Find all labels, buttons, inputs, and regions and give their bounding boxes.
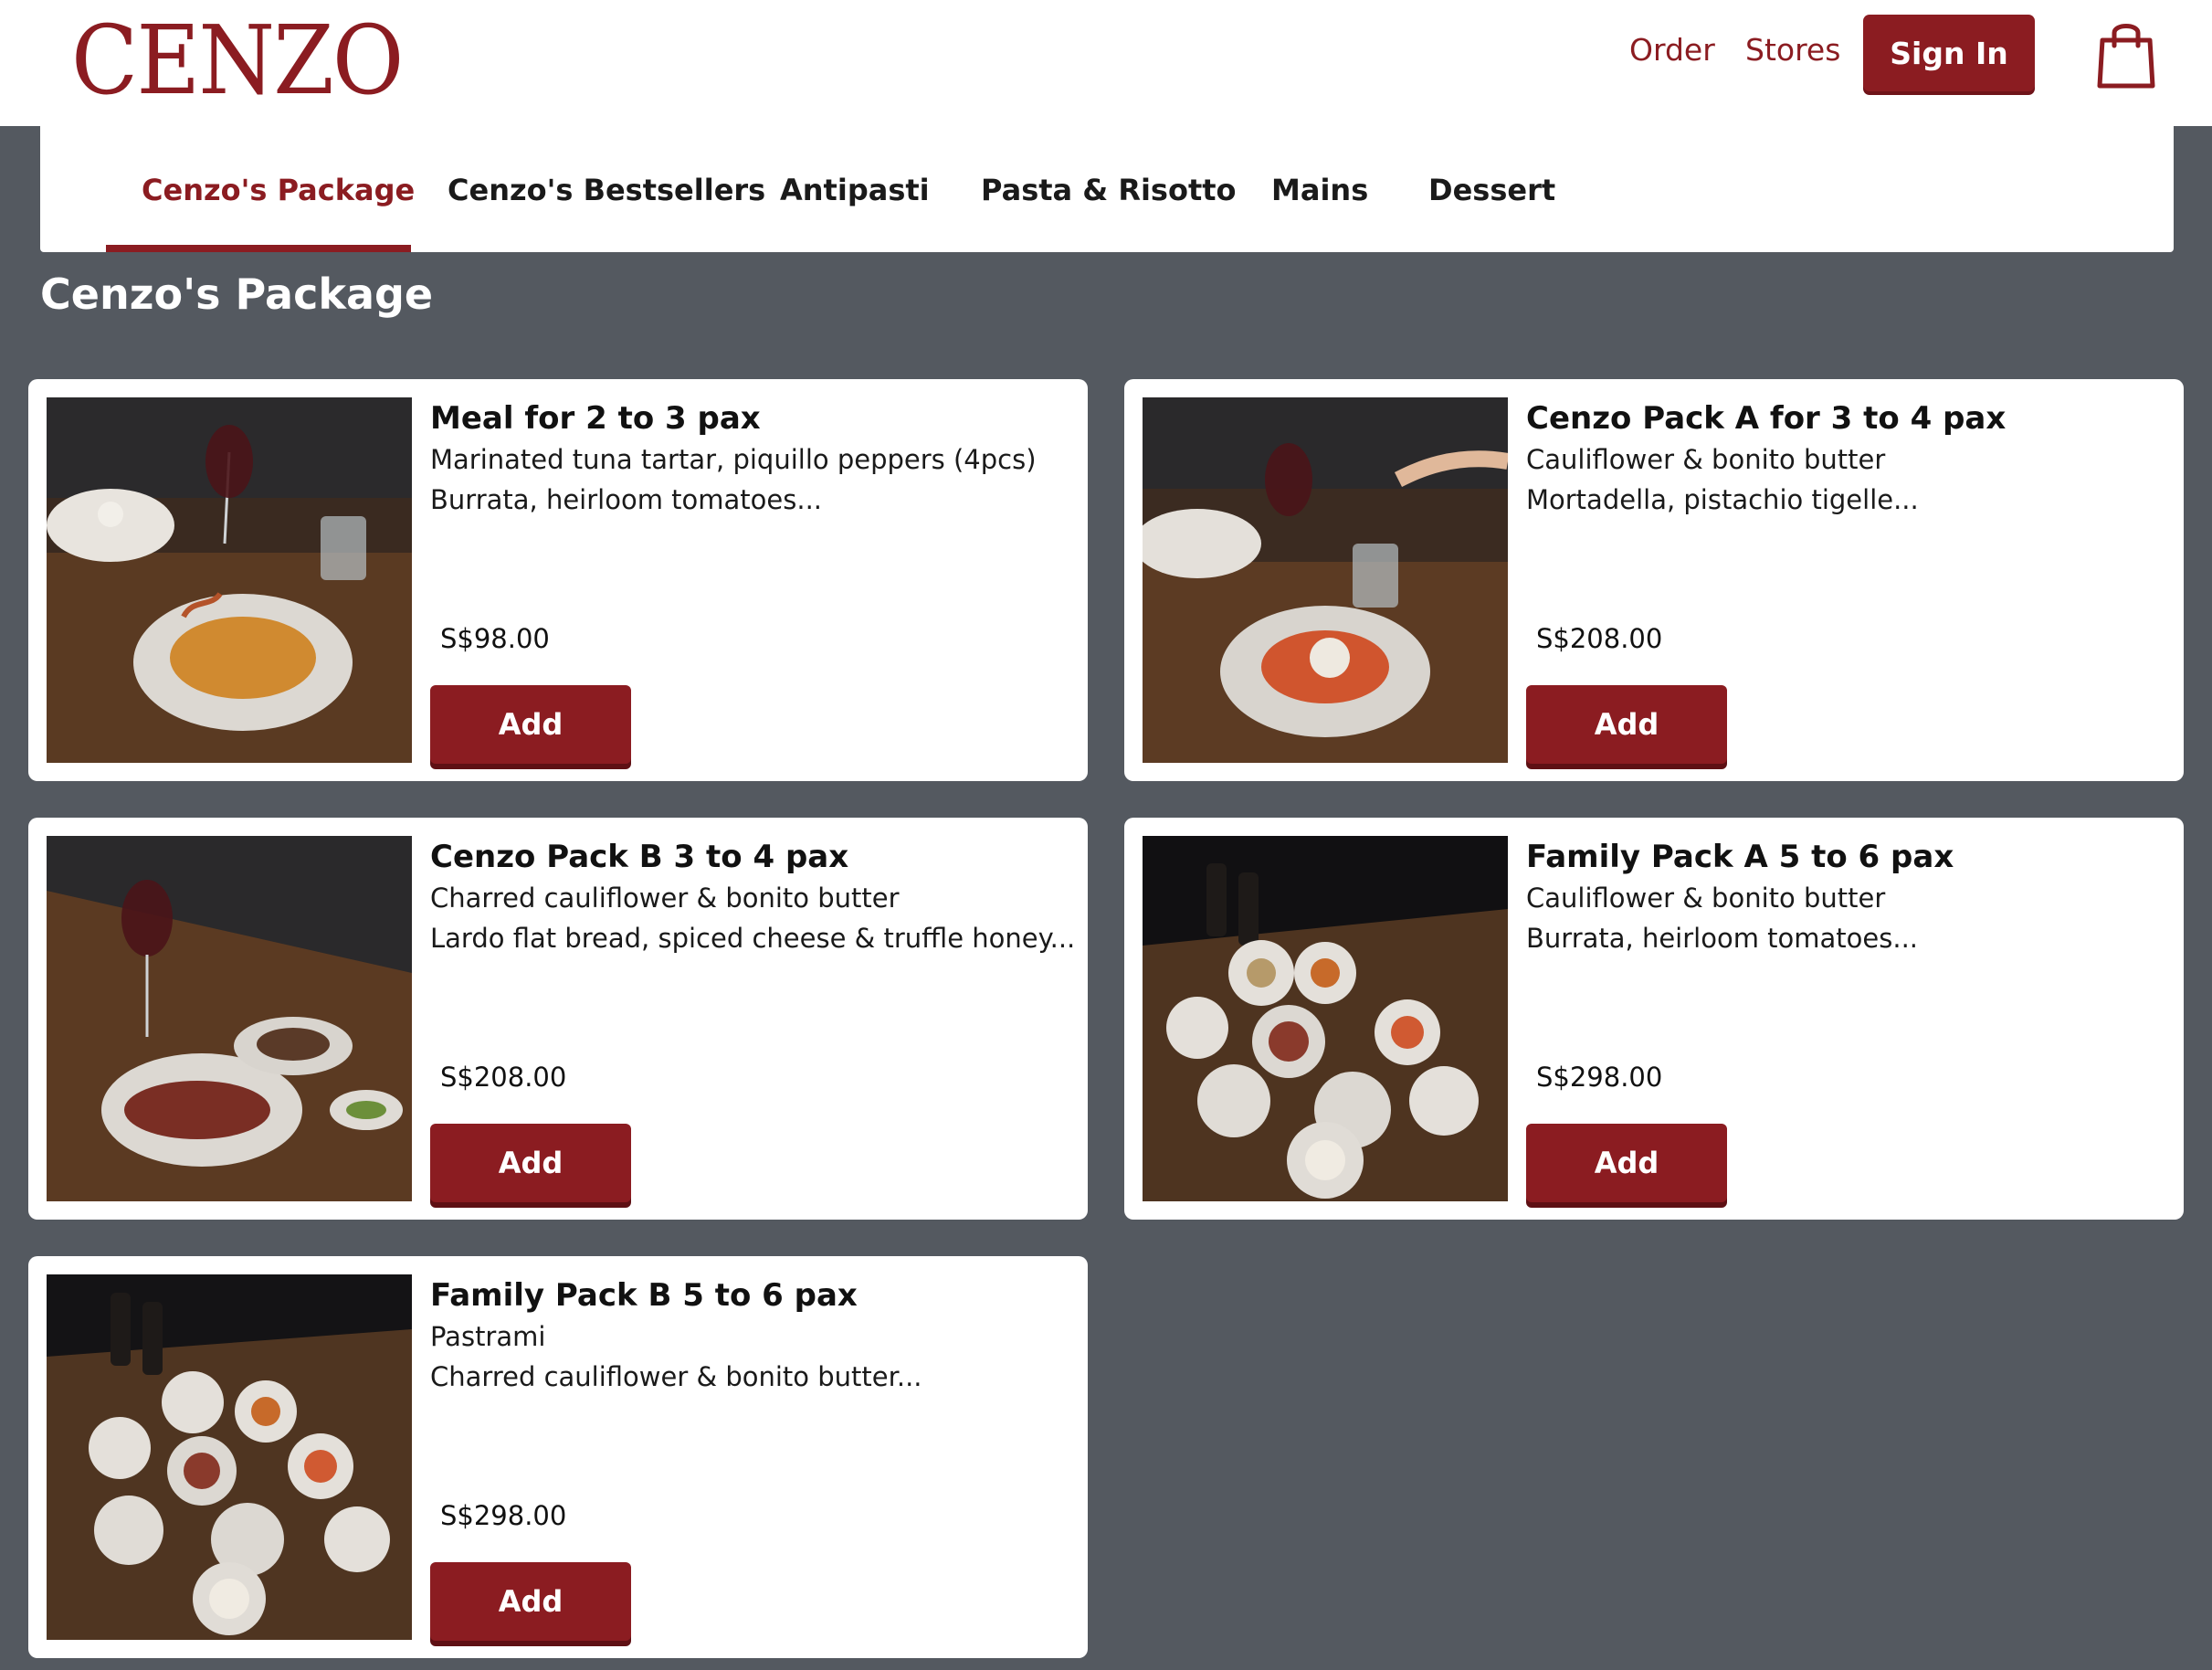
add-to-cart-button[interactable]: Add — [1526, 685, 1727, 764]
tab-cenzos-package[interactable]: Cenzo's Package — [142, 163, 415, 217]
product-description: Cauliflower & bonito butter — [1526, 883, 1886, 914]
add-to-cart-button[interactable]: Add — [430, 1562, 631, 1641]
category-tabs: Cenzo's Package Cenzo's Bestsellers Anti… — [40, 126, 2174, 252]
tab-dessert[interactable]: Dessert — [1428, 163, 1555, 217]
product-image[interactable] — [47, 397, 412, 763]
product-price: S$98.00 — [440, 623, 550, 654]
product-card[interactable]: Cenzo Pack B 3 to 4 pax Charred cauliflo… — [28, 818, 1088, 1220]
product-price: S$298.00 — [1536, 1062, 1663, 1093]
product-description: Cauliflower & bonito butter — [1526, 444, 1886, 475]
product-description: Mortadella, pistachio tigelle... — [1526, 484, 1919, 515]
section-title: Cenzo's Package — [40, 270, 434, 319]
product-description: Pastrami — [430, 1321, 546, 1352]
product-description: Charred cauliflower & bonito butter — [430, 883, 900, 914]
add-to-cart-button[interactable]: Add — [430, 685, 631, 764]
tab-pasta-risotto[interactable]: Pasta & Risotto — [981, 163, 1237, 217]
product-description: Marinated tuna tartar, piquillo peppers … — [430, 444, 1037, 475]
product-card[interactable]: Family Pack A 5 to 6 pax Cauliflower & b… — [1124, 818, 2184, 1220]
product-title: Meal for 2 to 3 pax — [430, 400, 761, 437]
shopping-bag-icon[interactable] — [2097, 18, 2155, 90]
top-header: CENZO Order Stores Sign In — [0, 0, 2212, 126]
product-price: S$208.00 — [1536, 623, 1663, 654]
nav-order-link[interactable]: Order — [1629, 27, 1715, 73]
product-description: Burrata, heirloom tomatoes... — [1526, 923, 1919, 954]
product-card[interactable]: Meal for 2 to 3 pax Marinated tuna tarta… — [28, 379, 1088, 781]
product-image[interactable] — [1143, 397, 1508, 763]
active-tab-indicator — [106, 245, 411, 252]
brand-logo[interactable]: CENZO — [71, 5, 404, 115]
product-image[interactable] — [47, 836, 412, 1201]
product-price: S$298.00 — [440, 1500, 567, 1531]
product-card[interactable]: Cenzo Pack A for 3 to 4 pax Cauliflower … — [1124, 379, 2184, 781]
nav-stores-link[interactable]: Stores — [1745, 27, 1840, 73]
product-description: Charred cauliflower & bonito butter... — [430, 1361, 922, 1392]
product-title: Cenzo Pack B 3 to 4 pax — [430, 839, 849, 875]
tab-cenzos-bestsellers[interactable]: Cenzo's Bestsellers — [448, 163, 765, 217]
product-image[interactable] — [1143, 836, 1508, 1201]
add-to-cart-button[interactable]: Add — [1526, 1124, 1727, 1202]
tab-mains[interactable]: Mains — [1271, 163, 1368, 217]
product-description: Burrata, heirloom tomatoes... — [430, 484, 823, 515]
product-description: Lardo flat bread, spiced cheese & truffl… — [430, 923, 1076, 954]
product-card[interactable]: Family Pack B 5 to 6 pax Pastrami Charre… — [28, 1256, 1088, 1658]
product-title: Cenzo Pack A for 3 to 4 pax — [1526, 400, 2007, 437]
product-image[interactable] — [47, 1274, 412, 1640]
sign-in-button[interactable]: Sign In — [1863, 15, 2035, 91]
product-price: S$208.00 — [440, 1062, 567, 1093]
tab-antipasti[interactable]: Antipasti — [780, 163, 930, 217]
product-title: Family Pack A 5 to 6 pax — [1526, 839, 1954, 875]
add-to-cart-button[interactable]: Add — [430, 1124, 631, 1202]
product-title: Family Pack B 5 to 6 pax — [430, 1277, 858, 1314]
